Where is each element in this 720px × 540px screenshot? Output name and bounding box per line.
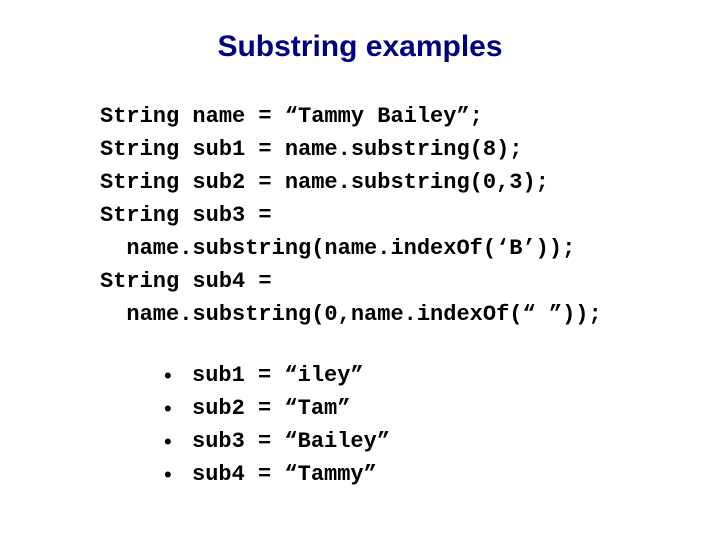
result-text: sub1 = “iley” — [192, 359, 364, 392]
result-item: • sub2 = “Tam” — [164, 392, 664, 425]
slide: Substring examples String name = “Tammy … — [0, 0, 720, 540]
bullet-icon: • — [164, 458, 192, 491]
code-line-2: String sub1 = name.substring(8); — [100, 137, 522, 162]
result-item: • sub3 = “Bailey” — [164, 425, 664, 458]
code-block: String name = “Tammy Bailey”; String sub… — [100, 100, 664, 331]
results-list: • sub1 = “iley” • sub2 = “Tam” • sub3 = … — [164, 359, 664, 491]
result-item: • sub1 = “iley” — [164, 359, 664, 392]
result-text: sub2 = “Tam” — [192, 392, 350, 425]
code-line-6: String sub4 = — [100, 269, 272, 294]
slide-title: Substring examples — [56, 30, 664, 64]
code-line-7: name.substring(0,name.indexOf(“ ”)); — [100, 302, 602, 327]
code-line-4: String sub3 = — [100, 203, 272, 228]
result-item: • sub4 = “Tammy” — [164, 458, 664, 491]
code-line-1: String name = “Tammy Bailey”; — [100, 104, 483, 129]
code-line-5: name.substring(name.indexOf(‘B’)); — [100, 236, 575, 261]
code-line-3: String sub2 = name.substring(0,3); — [100, 170, 549, 195]
bullet-icon: • — [164, 392, 192, 425]
bullet-icon: • — [164, 425, 192, 458]
result-text: sub3 = “Bailey” — [192, 425, 390, 458]
bullet-icon: • — [164, 359, 192, 392]
result-text: sub4 = “Tammy” — [192, 458, 377, 491]
